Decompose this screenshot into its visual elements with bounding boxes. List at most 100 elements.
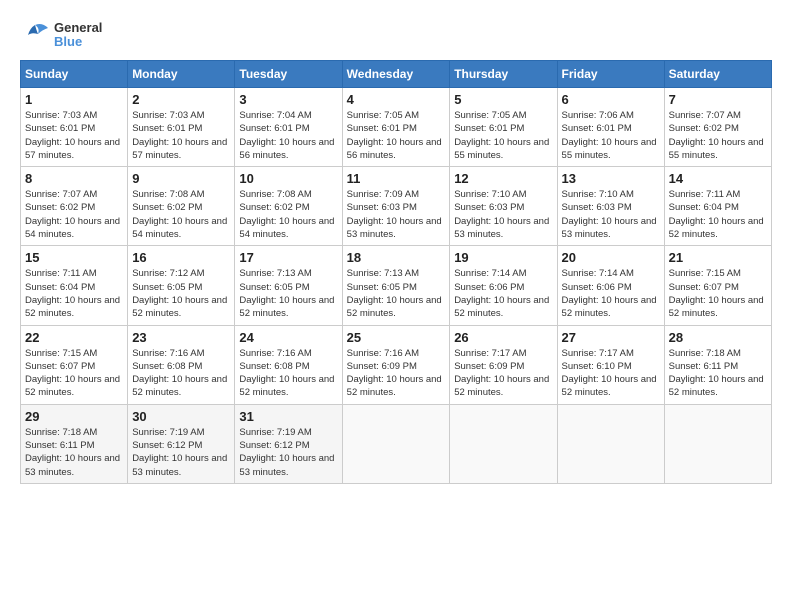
day-number: 10 — [239, 171, 337, 186]
day-number: 18 — [347, 250, 446, 265]
calendar-cell — [557, 404, 664, 483]
day-number: 27 — [562, 330, 660, 345]
calendar-cell: 30 Sunrise: 7:19 AMSunset: 6:12 PMDayligh… — [128, 404, 235, 483]
logo-text-line1: General — [54, 21, 102, 35]
day-number: 31 — [239, 409, 337, 424]
day-info: Sunrise: 7:12 AMSunset: 6:05 PMDaylight:… — [132, 267, 230, 320]
calendar-cell: 11Sunrise: 7:09 AMSunset: 6:03 PMDayligh… — [342, 167, 450, 246]
logo-text-line2: Blue — [54, 35, 102, 49]
day-info: Sunrise: 7:14 AMSunset: 6:06 PMDaylight:… — [454, 267, 552, 320]
day-info: Sunrise: 7:14 AMSunset: 6:06 PMDaylight:… — [562, 267, 660, 320]
calendar-cell: 10 Sunrise: 7:08 AMSunset: 6:02 PMDayligh… — [235, 167, 342, 246]
day-info: Sunrise: 7:07 AMSunset: 6:02 PMDaylight:… — [25, 188, 123, 241]
day-number: 8 — [25, 171, 123, 186]
day-number: 14 — [669, 171, 767, 186]
calendar-cell: 19 Sunrise: 7:14 AMSunset: 6:06 PMDayligh… — [450, 246, 557, 325]
calendar-cell: 28 Sunrise: 7:18 AMSunset: 6:11 PMDayligh… — [664, 325, 771, 404]
calendar-cell: 16 Sunrise: 7:12 AMSunset: 6:05 PMDayligh… — [128, 246, 235, 325]
weekday-header: Sunday — [21, 61, 128, 88]
day-number: 17 — [239, 250, 337, 265]
day-info: Sunrise: 7:05 AMSunset: 6:01 PMDaylight:… — [454, 109, 552, 162]
day-number: 28 — [669, 330, 767, 345]
calendar-cell — [664, 404, 771, 483]
logo: General Blue — [20, 20, 102, 50]
day-number: 15 — [25, 250, 123, 265]
day-info: Sunrise: 7:11 AMSunset: 6:04 PMDaylight:… — [669, 188, 767, 241]
calendar-cell: 4Sunrise: 7:05 AMSunset: 6:01 PMDaylight… — [342, 88, 450, 167]
calendar-week-row: 8 Sunrise: 7:07 AMSunset: 6:02 PMDaylight… — [21, 167, 772, 246]
calendar-cell: 13Sunrise: 7:10 AMSunset: 6:03 PMDayligh… — [557, 167, 664, 246]
day-number: 5 — [454, 92, 552, 107]
day-number: 2 — [132, 92, 230, 107]
day-number: 26 — [454, 330, 552, 345]
calendar-cell: 22 Sunrise: 7:15 AMSunset: 6:07 PMDayligh… — [21, 325, 128, 404]
day-info: Sunrise: 7:07 AMSunset: 6:02 PMDaylight:… — [669, 109, 767, 162]
weekday-header: Tuesday — [235, 61, 342, 88]
day-info: Sunrise: 7:03 AMSunset: 6:01 PMDaylight:… — [132, 109, 230, 162]
calendar-cell: 3 Sunrise: 7:04 AMSunset: 6:01 PMDaylight… — [235, 88, 342, 167]
calendar-cell: 7 Sunrise: 7:07 AMSunset: 6:02 PMDaylight… — [664, 88, 771, 167]
day-number: 21 — [669, 250, 767, 265]
calendar-cell: 20 Sunrise: 7:14 AMSunset: 6:06 PMDayligh… — [557, 246, 664, 325]
calendar-cell: 25Sunrise: 7:16 AMSunset: 6:09 PMDayligh… — [342, 325, 450, 404]
calendar-cell: 14 Sunrise: 7:11 AMSunset: 6:04 PMDayligh… — [664, 167, 771, 246]
day-number: 11 — [347, 171, 446, 186]
day-info: Sunrise: 7:15 AMSunset: 6:07 PMDaylight:… — [669, 267, 767, 320]
day-info: Sunrise: 7:16 AMSunset: 6:08 PMDaylight:… — [239, 347, 337, 400]
day-info: Sunrise: 7:10 AMSunset: 6:03 PMDaylight:… — [454, 188, 552, 241]
day-info: Sunrise: 7:03 AMSunset: 6:01 PMDaylight:… — [25, 109, 123, 162]
day-info: Sunrise: 7:05 AMSunset: 6:01 PMDaylight:… — [347, 109, 446, 162]
calendar-table: SundayMondayTuesdayWednesdayThursdayFrid… — [20, 60, 772, 484]
weekday-header: Wednesday — [342, 61, 450, 88]
day-number: 19 — [454, 250, 552, 265]
logo-bird-icon — [20, 20, 50, 50]
calendar-cell: 29Sunrise: 7:18 AMSunset: 6:11 PMDayligh… — [21, 404, 128, 483]
calendar-cell: 12 Sunrise: 7:10 AMSunset: 6:03 PMDayligh… — [450, 167, 557, 246]
day-info: Sunrise: 7:08 AMSunset: 6:02 PMDaylight:… — [239, 188, 337, 241]
day-info: Sunrise: 7:17 AMSunset: 6:10 PMDaylight:… — [562, 347, 660, 400]
calendar-week-row: 22 Sunrise: 7:15 AMSunset: 6:07 PMDayligh… — [21, 325, 772, 404]
calendar-week-row: 1Sunrise: 7:03 AMSunset: 6:01 PMDaylight… — [21, 88, 772, 167]
calendar-cell: 26Sunrise: 7:17 AMSunset: 6:09 PMDayligh… — [450, 325, 557, 404]
calendar-cell: 6 Sunrise: 7:06 AMSunset: 6:01 PMDaylight… — [557, 88, 664, 167]
day-number: 30 — [132, 409, 230, 424]
weekday-header: Friday — [557, 61, 664, 88]
day-number: 16 — [132, 250, 230, 265]
day-info: Sunrise: 7:13 AMSunset: 6:05 PMDaylight:… — [239, 267, 337, 320]
day-info: Sunrise: 7:15 AMSunset: 6:07 PMDaylight:… — [25, 347, 123, 400]
day-number: 12 — [454, 171, 552, 186]
calendar-week-row: 29Sunrise: 7:18 AMSunset: 6:11 PMDayligh… — [21, 404, 772, 483]
day-info: Sunrise: 7:16 AMSunset: 6:08 PMDaylight:… — [132, 347, 230, 400]
day-number: 7 — [669, 92, 767, 107]
day-number: 25 — [347, 330, 446, 345]
day-number: 23 — [132, 330, 230, 345]
day-number: 20 — [562, 250, 660, 265]
calendar-cell: 2 Sunrise: 7:03 AMSunset: 6:01 PMDaylight… — [128, 88, 235, 167]
day-info: Sunrise: 7:13 AMSunset: 6:05 PMDaylight:… — [347, 267, 446, 320]
calendar-cell: 15Sunrise: 7:11 AMSunset: 6:04 PMDayligh… — [21, 246, 128, 325]
calendar-cell: 21 Sunrise: 7:15 AMSunset: 6:07 PMDayligh… — [664, 246, 771, 325]
calendar-cell: 1Sunrise: 7:03 AMSunset: 6:01 PMDaylight… — [21, 88, 128, 167]
calendar-cell: 24 Sunrise: 7:16 AMSunset: 6:08 PMDayligh… — [235, 325, 342, 404]
day-info: Sunrise: 7:04 AMSunset: 6:01 PMDaylight:… — [239, 109, 337, 162]
day-info: Sunrise: 7:18 AMSunset: 6:11 PMDaylight:… — [669, 347, 767, 400]
day-info: Sunrise: 7:10 AMSunset: 6:03 PMDaylight:… — [562, 188, 660, 241]
calendar-cell: 23 Sunrise: 7:16 AMSunset: 6:08 PMDayligh… — [128, 325, 235, 404]
day-info: Sunrise: 7:19 AMSunset: 6:12 PMDaylight:… — [132, 426, 230, 479]
calendar-cell: 8 Sunrise: 7:07 AMSunset: 6:02 PMDaylight… — [21, 167, 128, 246]
day-number: 9 — [132, 171, 230, 186]
day-number: 6 — [562, 92, 660, 107]
day-info: Sunrise: 7:19 AMSunset: 6:12 PMDaylight:… — [239, 426, 337, 479]
day-number: 24 — [239, 330, 337, 345]
page-header: General Blue — [20, 20, 772, 50]
calendar-cell: 27 Sunrise: 7:17 AMSunset: 6:10 PMDayligh… — [557, 325, 664, 404]
day-info: Sunrise: 7:06 AMSunset: 6:01 PMDaylight:… — [562, 109, 660, 162]
calendar-cell — [450, 404, 557, 483]
weekday-header: Monday — [128, 61, 235, 88]
calendar-cell: 5 Sunrise: 7:05 AMSunset: 6:01 PMDaylight… — [450, 88, 557, 167]
logo-container: General Blue — [20, 20, 102, 50]
day-number: 29 — [25, 409, 123, 424]
calendar-week-row: 15Sunrise: 7:11 AMSunset: 6:04 PMDayligh… — [21, 246, 772, 325]
day-number: 22 — [25, 330, 123, 345]
day-number: 3 — [239, 92, 337, 107]
